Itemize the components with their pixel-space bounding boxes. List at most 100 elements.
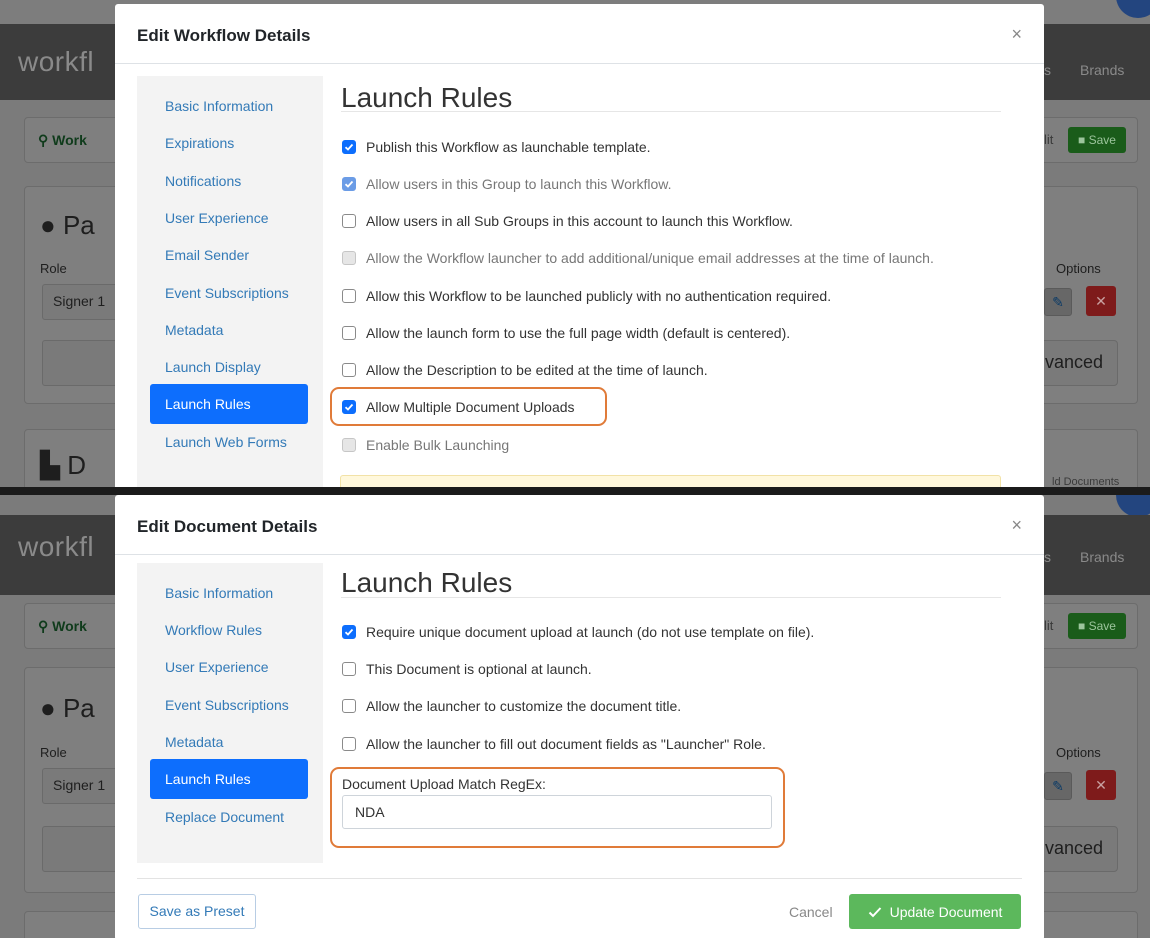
sidebar-item-email-sender[interactable]: Email Sender — [150, 235, 308, 275]
checkbox-checked[interactable] — [342, 400, 356, 414]
workflow-icon: ⚲ — [38, 618, 53, 634]
save-as-preset-button[interactable]: Save as Preset — [138, 894, 256, 929]
sidebar-item-basic-information[interactable]: Basic Information — [150, 573, 308, 613]
background-delete-icon: ✕ — [1086, 286, 1116, 316]
footer-divider — [137, 878, 1022, 879]
checkbox-unchecked[interactable] — [342, 363, 356, 377]
section-title: Launch Rules — [341, 567, 513, 598]
option-label: Allow the Workflow launcher to add addit… — [366, 250, 934, 266]
background-edit-icon: ✎ — [1044, 288, 1072, 316]
background-nav-brands: Brands — [1080, 549, 1125, 565]
update-document-button[interactable]: Update Document — [849, 894, 1021, 929]
option-multiple-uploads[interactable]: Allow Multiple Document Uploads — [342, 396, 575, 418]
option-label: Require unique document upload at launch… — [366, 624, 815, 640]
checkbox-unchecked[interactable] — [342, 737, 356, 751]
background-toolbar-workflow: ⚲ Work — [38, 618, 87, 634]
edit-document-modal: Edit Document Details × Basic Informatio… — [115, 495, 1044, 938]
checkbox-unchecked[interactable] — [342, 326, 356, 340]
option-label: Publish this Workflow as launchable temp… — [366, 139, 651, 155]
document-screenshot-panel: workfl s Brands ⚲ Work lit ■ Save ● Pa R… — [0, 495, 1150, 938]
sidebar-item-user-experience[interactable]: User Experience — [150, 198, 308, 238]
modal-header: Edit Workflow Details × — [115, 4, 1044, 64]
sidebar-item-expirations[interactable]: Expirations — [150, 123, 308, 163]
option-label: Allow this Workflow to be launched publi… — [366, 288, 832, 304]
sidebar-item-launch-rules[interactable]: Launch Rules — [150, 759, 308, 799]
document-icon: ▙ — [40, 450, 68, 480]
section-divider — [341, 111, 1001, 112]
sidebar-item-metadata[interactable]: Metadata — [150, 310, 308, 350]
option-label: Enable Bulk Launching — [366, 437, 510, 453]
checkbox-disabled — [342, 251, 356, 265]
checkbox-unchecked[interactable] — [342, 662, 356, 676]
option-label: Allow Multiple Document Uploads — [366, 399, 575, 415]
option-label: Allow users in all Sub Groups in this ac… — [366, 213, 793, 229]
background-advanced-left — [42, 340, 122, 386]
checkmark-icon — [868, 906, 881, 917]
sidebar-item-workflow-rules[interactable]: Workflow Rules — [150, 610, 308, 650]
checkbox-checked[interactable] — [342, 625, 356, 639]
option-public-launch[interactable]: Allow this Workflow to be launched publi… — [342, 285, 831, 307]
section-divider — [341, 597, 1001, 598]
sidebar-item-user-experience[interactable]: User Experience — [150, 647, 308, 687]
section-title: Launch Rules — [341, 82, 513, 113]
close-icon[interactable]: × — [1011, 515, 1022, 536]
sidebar-item-notifications[interactable]: Notifications — [150, 161, 308, 201]
sidebar-item-launch-rules[interactable]: Launch Rules — [150, 384, 308, 424]
option-customize-title[interactable]: Allow the launcher to customize the docu… — [342, 695, 681, 717]
background-options-label: Options — [1056, 261, 1101, 276]
sidebar-item-replace-document[interactable]: Replace Document — [150, 797, 308, 837]
regex-label: Document Upload Match RegEx: — [342, 776, 546, 792]
person-icon: ● — [40, 693, 63, 723]
checkbox-disabled — [342, 438, 356, 452]
update-document-label: Update Document — [889, 903, 1003, 920]
option-full-page-width[interactable]: Allow the launch form to use the full pa… — [342, 322, 790, 344]
option-publish-template[interactable]: Publish this Workflow as launchable temp… — [342, 136, 651, 158]
option-require-unique-upload[interactable]: Require unique document upload at launch… — [342, 621, 814, 643]
background-nav-link: s — [1044, 549, 1051, 565]
modal-sidebar: Basic Information Workflow Rules User Ex… — [137, 563, 323, 863]
floppy-icon: ■ — [1078, 133, 1089, 147]
background-documents-title: ▙ D — [40, 450, 86, 480]
background-participants-title: ● Pa — [40, 210, 95, 240]
option-label: Allow users in this Group to launch this… — [366, 176, 672, 192]
option-edit-description[interactable]: Allow the Description to be edited at th… — [342, 359, 708, 381]
sidebar-item-event-subscriptions[interactable]: Event Subscriptions — [150, 685, 308, 725]
option-bulk-launching: Enable Bulk Launching — [342, 434, 509, 456]
sidebar-item-basic-information[interactable]: Basic Information — [150, 86, 308, 126]
option-group-launch: Allow users in this Group to launch this… — [342, 173, 672, 195]
background-nav-link: s — [1044, 62, 1051, 78]
background-toolbar-edit: lit — [1044, 132, 1054, 147]
sidebar-item-launch-display[interactable]: Launch Display — [150, 347, 308, 387]
sidebar-item-metadata[interactable]: Metadata — [150, 722, 308, 762]
workflow-screenshot-panel: workfl s Brands ⚲ Work lit ■ Save ● Pa R… — [0, 0, 1150, 490]
regex-input[interactable]: NDA — [342, 795, 772, 829]
sidebar-item-event-subscriptions[interactable]: Event Subscriptions — [150, 273, 308, 313]
background-role-label: Role — [40, 261, 67, 276]
background-brand: workfl — [18, 46, 95, 77]
close-icon[interactable]: × — [1011, 24, 1022, 45]
checkbox-checked[interactable] — [342, 140, 356, 154]
background-save-button: ■ Save — [1068, 127, 1126, 153]
option-label: Allow the launch form to use the full pa… — [366, 325, 791, 341]
checkbox-unchecked[interactable] — [342, 699, 356, 713]
option-additional-emails: Allow the Workflow launcher to add addit… — [342, 247, 934, 269]
modal-header: Edit Document Details × — [115, 495, 1044, 555]
background-brand: workfl — [18, 531, 95, 562]
option-launcher-role-fields[interactable]: Allow the launcher to fill out document … — [342, 733, 766, 755]
option-label: Allow the launcher to customize the docu… — [366, 698, 682, 714]
cancel-button[interactable]: Cancel — [789, 904, 833, 920]
background-role-input: Signer 1 — [42, 768, 122, 804]
screenshot-divider — [0, 487, 1150, 495]
option-subgroups-launch[interactable]: Allow users in all Sub Groups in this ac… — [342, 210, 793, 232]
checkbox-unchecked[interactable] — [342, 214, 356, 228]
person-icon: ● — [40, 210, 63, 240]
option-label: This Document is optional at launch. — [366, 661, 592, 677]
checkbox-unchecked[interactable] — [342, 289, 356, 303]
option-label: Allow the Description to be edited at th… — [366, 362, 708, 378]
option-label: Allow the launcher to fill out document … — [366, 736, 766, 752]
option-document-optional[interactable]: This Document is optional at launch. — [342, 658, 592, 680]
background-participants-title: ● Pa — [40, 693, 95, 723]
modal-title: Edit Document Details — [137, 517, 318, 536]
background-delete-icon: ✕ — [1086, 770, 1116, 800]
sidebar-item-launch-web-forms[interactable]: Launch Web Forms — [150, 422, 308, 462]
